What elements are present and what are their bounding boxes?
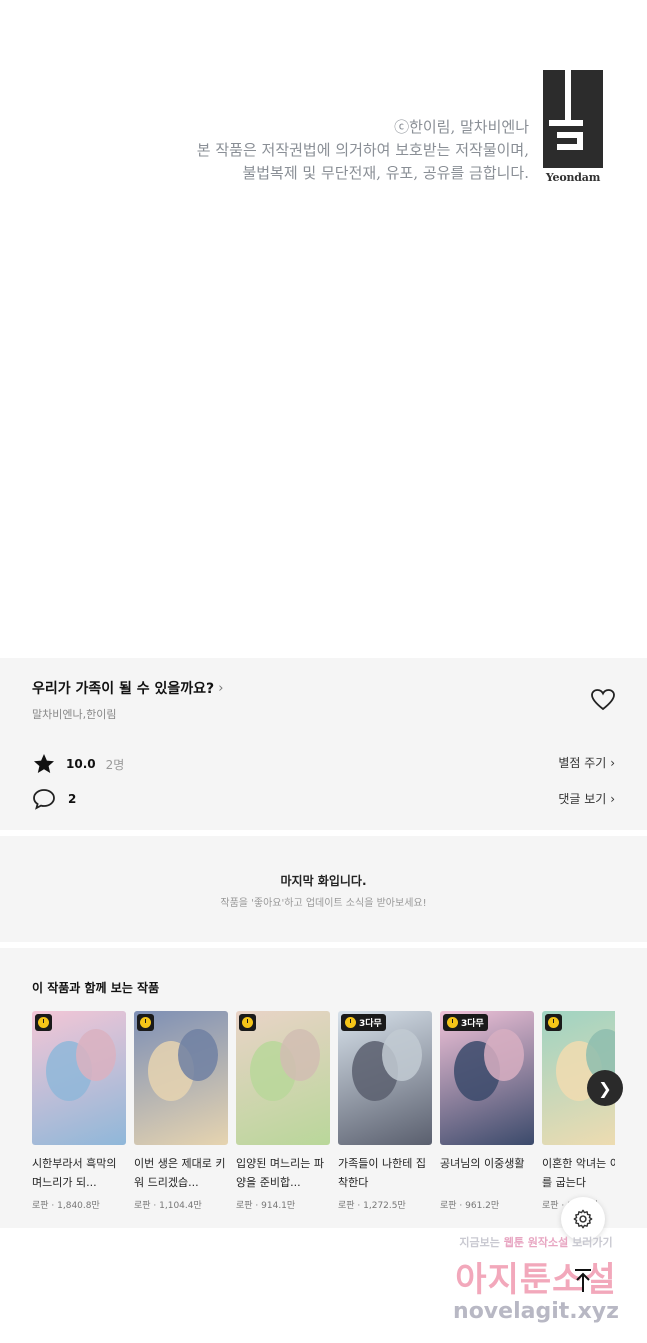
recommend-thumbnail: 3다무 [338,1011,432,1145]
clock-icon [38,1017,49,1028]
recommend-card[interactable]: 이혼한 악녀는 이크를 굽는다로판 · 1,0.5만 [542,1011,615,1211]
recommend-title: 공녀님의 이중생활 [440,1157,525,1170]
clock-icon [242,1017,253,1028]
recommend-title: 가족들이 나한테 집착한다 [338,1157,426,1189]
comment-button[interactable]: 댓글 보기 › [558,790,615,807]
watermark-line-2: 아지툰소설 [455,1260,617,1300]
rating-count: 2명 [105,757,125,772]
recommend-title: 이혼한 악녀는 이크를 굽는다 [542,1157,615,1189]
comment-row: 2 [32,788,76,810]
watermark: 지금보는 웹툰 원작소설 보러가기 아지툰소설 novelagit.xyz [436,1234,636,1334]
rate-button[interactable]: 별점 주기 › [558,754,615,771]
recommend-thumbnail [236,1011,330,1145]
rating-row: 10.0 2명 [32,752,124,776]
last-episode-panel: 마지막 화입니다. 작품을 '좋아요'하고 업데이트 소식을 받아보세요! [0,836,647,942]
logo-text: Yeondam [545,171,601,184]
comment-icon [33,789,55,810]
scroll-top-button[interactable] [568,1265,598,1295]
clock-icon [140,1017,151,1028]
wait-free-badge [239,1014,256,1031]
comment-count: 2 [68,792,77,806]
yeondam-logo: Yeondam [543,70,603,188]
recommend-heading: 이 작품과 함께 보는 작품 [32,981,160,995]
watermark-line-3: novelagit.xyz [453,1299,619,1324]
comment-button-label: 댓글 보기 [558,792,607,806]
last-episode-subtitle: 작품을 '좋아요'하고 업데이트 소식을 받아보세요! [220,898,427,909]
wait-free-badge [545,1014,562,1031]
recommend-thumbnail [32,1011,126,1145]
page: ⓒ한이림, 말차비엔나 본 작품은 저작권법에 의거하여 보호받는 저작물이며,… [0,0,647,1343]
recommend-card[interactable]: 입양된 며느리는 파양을 준비합... 로판 · 914.1만 [236,1011,330,1211]
clock-icon [447,1017,458,1028]
recommend-thumbnail [134,1011,228,1145]
recommend-card[interactable]: 3다무가족들이 나한테 집착한다로판 · 1,272.5만 [338,1011,432,1211]
work-info-panel: 우리가 가족이 될 수 있을까요? › 말차비엔나,한이림 10.0 2명 별점… [0,658,647,830]
last-episode-title: 마지막 화입니다. [280,874,367,888]
chevron-right-icon: › [218,680,224,696]
recommend-title: 시한부라서 흑막의 며느리가 되... [32,1157,117,1189]
wait-free-badge [137,1014,154,1031]
copyright-line-3: 불법복제 및 무단전재, 유포, 공유를 금합니다. [242,164,529,182]
clock-icon [345,1017,356,1028]
clock-icon [548,1017,559,1028]
copyright-notice: ⓒ한이림, 말차비엔나 본 작품은 저작권법에 의거하여 보호받는 저작물이며,… [197,116,529,185]
star-icon [34,754,54,773]
chevron-right-icon: ❯ [598,1078,612,1098]
work-authors: 말차비엔나,한이림 [32,708,117,721]
heart-icon[interactable] [590,688,616,712]
recommend-meta: 로판 · 1,272.5만 [338,1201,406,1211]
recommend-meta: 로판 · 1,840.8만 [32,1201,100,1211]
recommend-card[interactable]: 3다무공녀님의 이중생활로판 · 961.2만 [440,1011,534,1211]
recommend-section: 이 작품과 함께 보는 작품 시한부라서 흑막의 며느리가 되... 로판 · 1… [0,948,647,1228]
wait-free-badge [35,1014,52,1031]
work-title-link[interactable]: 우리가 가족이 될 수 있을까요? › [32,678,223,698]
watermark-line-1: 지금보는 웹툰 원작소설 보러가기 [459,1236,613,1249]
wait-free-badge: 3다무 [341,1014,386,1031]
recommend-carousel: 시한부라서 흑막의 며느리가 되... 로판 · 1,840.8만 이번 생은 제대… [32,1011,615,1211]
rating-score: 10.0 [66,757,96,771]
recommend-title: 입양된 며느리는 파양을 준비합... [236,1157,324,1189]
copyright-line-2: 본 작품은 저작권법에 의거하여 보호받는 저작물이며, [196,141,529,159]
chevron-right-icon: › [610,792,615,806]
recommend-meta: 로판 · 914.1만 [236,1201,296,1211]
wait-free-badge: 3다무 [443,1014,488,1031]
rate-button-label: 별점 주기 [558,756,607,770]
work-title: 우리가 가족이 될 수 있을까요? [32,681,215,697]
recommend-title: 이번 생은 제대로 키워 드리겠습... [134,1157,226,1189]
chevron-right-icon: › [610,756,615,770]
recommend-thumbnail: 3다무 [440,1011,534,1145]
recommend-meta: 로판 · 961.2만 [440,1201,500,1211]
gear-icon [573,1209,593,1229]
arrow-up-icon [575,1269,591,1292]
copyright-line-1: ⓒ한이림, 말차비엔나 [394,118,529,136]
recommend-card[interactable]: 이번 생은 제대로 키워 드리겠습... 로판 · 1,104.4만 [134,1011,228,1211]
recommend-card[interactable]: 시한부라서 흑막의 며느리가 되... 로판 · 1,840.8만 [32,1011,126,1211]
carousel-next-button[interactable]: ❯ [587,1070,623,1106]
recommend-meta: 로판 · 1,104.4만 [134,1201,202,1211]
